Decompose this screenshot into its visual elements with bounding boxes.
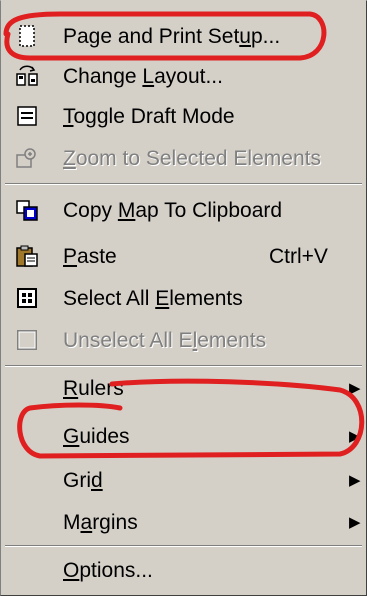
menu-item-page-and-print-setup[interactable]: Page and Print Setup...	[1, 17, 366, 57]
submenu-arrow-icon: ▶	[349, 472, 361, 489]
menu-item-copy-map-to-clipboard[interactable]: Copy Map To Clipboard	[1, 191, 366, 231]
context-menu: Page and Print Setup... Change Layout...…	[0, 0, 367, 596]
menu-item-label: Select All Elements	[63, 287, 243, 310]
draft-mode-icon	[15, 104, 39, 128]
submenu-arrow-icon: ▶	[349, 380, 361, 397]
menu-separator	[5, 545, 362, 547]
page-setup-icon	[15, 24, 39, 48]
menu-item-rulers[interactable]: Rulers ▶	[1, 369, 366, 409]
menu-separator	[5, 365, 362, 367]
menu-item-label: Paste	[63, 245, 117, 268]
change-layout-icon	[15, 64, 39, 88]
submenu-arrow-icon: ▶	[349, 428, 361, 445]
menu-item-paste[interactable]: Paste Ctrl+V	[1, 237, 366, 277]
menu-item-options[interactable]: Options...	[1, 551, 366, 591]
zoom-selected-icon	[15, 146, 39, 170]
menu-item-label: Copy Map To Clipboard	[63, 199, 283, 222]
menu-item-shortcut: Ctrl+V	[269, 245, 328, 268]
menu-item-label: Margins	[63, 511, 138, 534]
menu-item-unselect-all-elements[interactable]: Unselect All Elements	[1, 321, 366, 361]
select-all-icon	[15, 286, 39, 310]
submenu-arrow-icon: ▶	[349, 514, 361, 531]
menu-item-label: Toggle Draft Mode	[63, 105, 235, 128]
copy-map-icon	[15, 198, 39, 222]
menu-item-guides[interactable]: Guides ▶	[1, 417, 366, 457]
menu-separator	[5, 183, 362, 185]
menu-item-margins[interactable]: Margins ▶	[1, 503, 366, 543]
menu-item-toggle-draft-mode[interactable]: Toggle Draft Mode	[1, 97, 366, 137]
menu-item-label: Page and Print Setup...	[63, 25, 281, 48]
menu-item-label: Unselect All Elements	[63, 329, 267, 352]
menu-item-label: Change Layout...	[63, 65, 223, 88]
menu-item-change-layout[interactable]: Change Layout...	[1, 57, 366, 97]
menu-item-zoom-to-selected-elements[interactable]: Zoom to Selected Elements	[1, 139, 366, 179]
unselect-all-icon	[15, 328, 39, 352]
menu-item-label: Guides	[63, 425, 130, 448]
menu-item-label: Grid	[63, 469, 103, 492]
menu-item-grid[interactable]: Grid ▶	[1, 461, 366, 501]
menu-item-select-all-elements[interactable]: Select All Elements	[1, 279, 366, 319]
menu-item-label: Options...	[63, 559, 153, 582]
menu-item-label: Zoom to Selected Elements	[63, 147, 321, 170]
menu-item-label: Rulers	[63, 377, 124, 400]
paste-icon	[15, 244, 39, 268]
